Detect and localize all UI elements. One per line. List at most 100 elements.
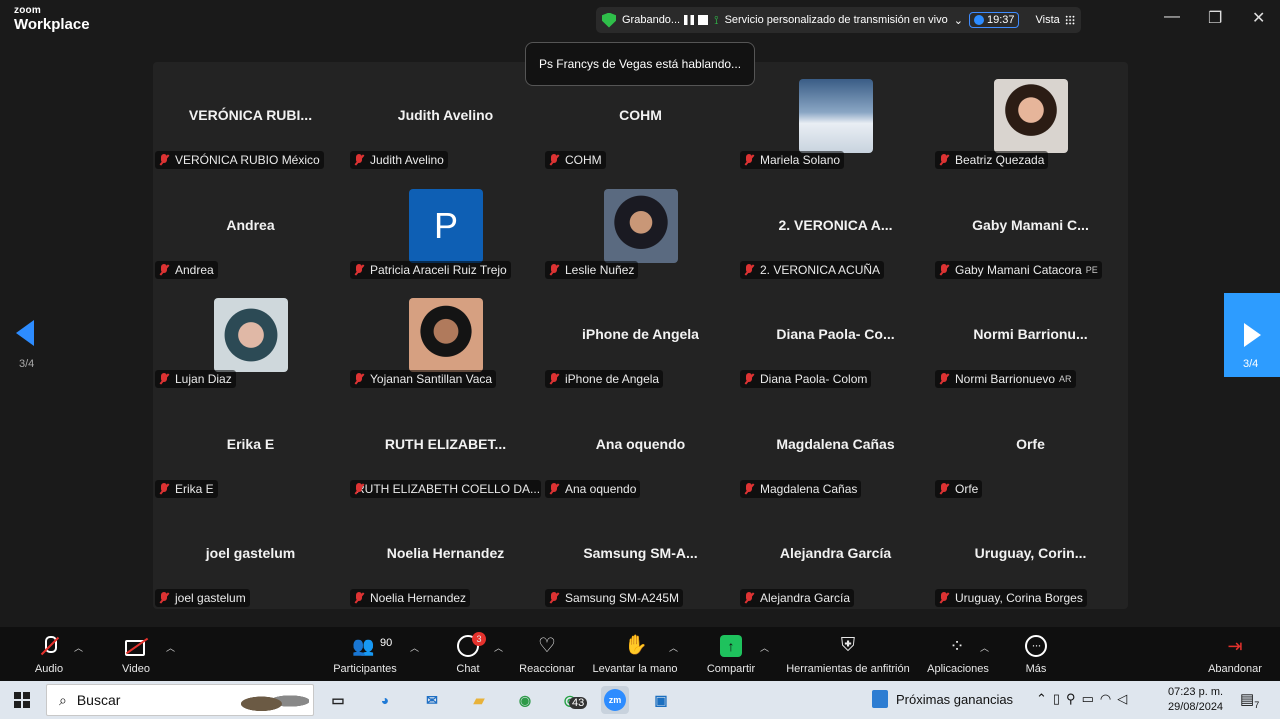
participant-name: joel gastelum [175, 591, 246, 605]
participant-tile[interactable]: Erika E Erika E [153, 391, 348, 500]
share-button[interactable]: ↑ Compartir [703, 627, 759, 681]
taskbar-search-box[interactable]: ⌕ Buscar [46, 684, 314, 716]
apps-options-chevron-icon[interactable]: ︿ [980, 641, 989, 654]
participant-tile[interactable]: Mariela Solano [738, 62, 933, 171]
participant-title: Gaby Mamani C... [972, 216, 1089, 233]
participant-name: RUTH ELIZABETH COELLO DA... [356, 481, 541, 496]
minimize-button[interactable]: — [1164, 8, 1180, 26]
security-shield-icon[interactable] [602, 12, 616, 28]
participant-tile[interactable]: Magdalena Cañas Magdalena Cañas [738, 391, 933, 500]
participant-name-bar: RUTH ELIZABETH COELLO DA... [350, 479, 541, 498]
participant-name-bar: Magdalena Cañas [740, 479, 862, 498]
stream-chevron-down-icon[interactable]: ⌄ [954, 14, 963, 27]
more-button[interactable]: ··· Más [1022, 627, 1050, 681]
participant-tile[interactable]: VERÓNICA RUBI... VERÓNICA RUBIO México [153, 62, 348, 171]
participant-name: Orfe [955, 481, 979, 496]
notifications-icon[interactable]: ▤7 [1240, 690, 1259, 710]
view-button[interactable]: Vista [1035, 14, 1075, 26]
task-view-icon[interactable]: ▭ [324, 686, 352, 714]
participant-tile[interactable]: Normi Barrionu... Normi Barrionuevo AR [933, 281, 1128, 390]
raise-hand-button[interactable]: ✋ Levantar la mano [590, 627, 680, 681]
stop-recording-icon[interactable] [698, 15, 709, 25]
restore-button[interactable]: ❐ [1208, 8, 1222, 28]
participants-options-chevron-icon[interactable]: ︿ [410, 641, 419, 654]
participant-name-bar: joel gastelum [155, 589, 250, 607]
participant-name: Mariela Solano [760, 153, 841, 167]
muted-mic-icon [352, 263, 366, 277]
next-page-button[interactable]: 3/4 [1224, 293, 1280, 377]
participant-tile[interactable]: Yojanan Santillan Vaca [348, 281, 543, 390]
close-button[interactable]: ✕ [1252, 8, 1265, 28]
brand-bottom: Workplace [14, 16, 90, 33]
audio-button[interactable]: Audio [28, 627, 70, 681]
participant-tile[interactable]: iPhone de Angela iPhone de Angela [543, 281, 738, 390]
stock-news-icon [872, 690, 888, 708]
participant-tile[interactable]: RUTH ELIZABET... RUTH ELIZABETH COELLO DA… [348, 391, 543, 500]
heart-icon: ♡ [538, 635, 556, 657]
recording-indicator: Grabando... [622, 14, 709, 26]
participant-tile[interactable]: 2. VERONICA A... 2. VERONICA ACUÑA [738, 172, 933, 281]
pause-recording-icon[interactable] [684, 15, 695, 25]
muted-mic-icon [937, 372, 951, 386]
news-widget[interactable]: Próximas ganancias [872, 690, 1013, 708]
participant-tile[interactable]: Alejandra García Alejandra García [738, 500, 933, 609]
file-explorer-icon[interactable]: ▰ [465, 686, 493, 714]
participant-title: Normi Barrionu... [973, 326, 1088, 342]
participant-tile[interactable]: Noelia Hernandez Noelia Hernandez [348, 500, 543, 609]
participant-tile[interactable]: Ana oquendo Ana oquendo [543, 391, 738, 500]
participant-tile[interactable]: Orfe Orfe [933, 391, 1128, 500]
taskbar-clock[interactable]: 07:23 p. m. 29/08/2024 [1168, 685, 1223, 715]
participant-tile[interactable]: Lujan Diaz [153, 281, 348, 390]
participant-title: Alejandra García [779, 545, 892, 561]
share-options-chevron-icon[interactable]: ︿ [760, 641, 769, 654]
participant-name-bar: Uruguay, Corina Borges [935, 589, 1087, 607]
share-screen-icon: ↑ [720, 635, 742, 657]
chat-options-chevron-icon[interactable]: ︿ [494, 641, 503, 654]
muted-mic-icon [937, 263, 951, 277]
participant-tile[interactable]: Judith Avelino Judith Avelino [348, 62, 543, 171]
participant-tile[interactable]: Gaby Mamani C... Gaby Mamani Catacora PE [933, 172, 1128, 281]
search-placeholder: Buscar [76, 692, 121, 708]
video-options-chevron-icon[interactable]: ︿ [166, 641, 175, 654]
participant-tile[interactable]: Leslie Nuñez [543, 172, 738, 281]
video-off-icon [125, 635, 147, 657]
video-button[interactable]: Video [114, 627, 158, 681]
previous-page-icon[interactable] [16, 320, 34, 346]
participant-tile[interactable]: Andrea Andrea [153, 172, 348, 281]
meeting-toolbar: Audio ︿ Video ︿ 👥 90 Participantes ︿ 3 C… [0, 627, 1280, 681]
participant-name-bar: COHM [545, 151, 606, 169]
chat-button[interactable]: 3 Chat [452, 627, 486, 681]
raise-hand-options-chevron-icon[interactable]: ︿ [669, 641, 678, 654]
chrome-icon[interactable]: ◉ [511, 686, 539, 714]
participant-name-bar: Erika E [155, 479, 218, 498]
muted-mic-icon [742, 591, 756, 605]
participant-name: Andrea [175, 262, 214, 277]
participant-tile[interactable]: Beatriz Quezada [933, 62, 1128, 171]
leave-button[interactable]: ⇥ Abandonar [1204, 627, 1266, 681]
muted-mic-icon [742, 372, 756, 386]
participant-tile[interactable]: Samsung SM-A... Samsung SM-A245M [543, 500, 738, 609]
participant-name: Alejandra García [760, 591, 851, 605]
photos-icon[interactable]: ▣ [647, 686, 675, 714]
windows-start-icon[interactable] [14, 692, 30, 708]
zoom-app-icon[interactable]: zm [601, 686, 629, 714]
mail-icon[interactable]: ✉ [418, 686, 446, 714]
muted-mic-icon [742, 263, 756, 277]
muted-mic-icon [547, 263, 561, 277]
system-tray-icons[interactable]: ⌃▯⚲▭◠◁ [1036, 691, 1133, 707]
next-page-number: 3/4 [1243, 358, 1259, 370]
participant-title: VERÓNICA RUBI... [188, 107, 313, 123]
edge-browser-icon[interactable]: ◕ [371, 686, 399, 714]
audio-options-chevron-icon[interactable]: ︿ [74, 641, 83, 654]
participants-button[interactable]: 👥 90 Participantes [330, 627, 400, 681]
recording-label: Grabando... [622, 14, 681, 26]
host-tools-button[interactable]: ⛨ Herramientas de anfitrión [782, 627, 914, 681]
participant-tile[interactable]: P Patricia Araceli Ruiz Trejo [348, 172, 543, 281]
react-button[interactable]: ♡ Reaccionar [518, 627, 576, 681]
apps-button[interactable]: ⁘ Aplicaciones [924, 627, 992, 681]
participant-tile[interactable]: Uruguay, Corin... Uruguay, Corina Borges [933, 500, 1128, 609]
muted-mic-icon [157, 482, 171, 496]
participant-tile[interactable]: joel gastelum joel gastelum [153, 500, 348, 609]
participant-tile[interactable]: Diana Paola- Co... Diana Paola- Colom [738, 281, 933, 390]
stream-label[interactable]: Servicio personalizado de transmisión en… [725, 14, 948, 26]
